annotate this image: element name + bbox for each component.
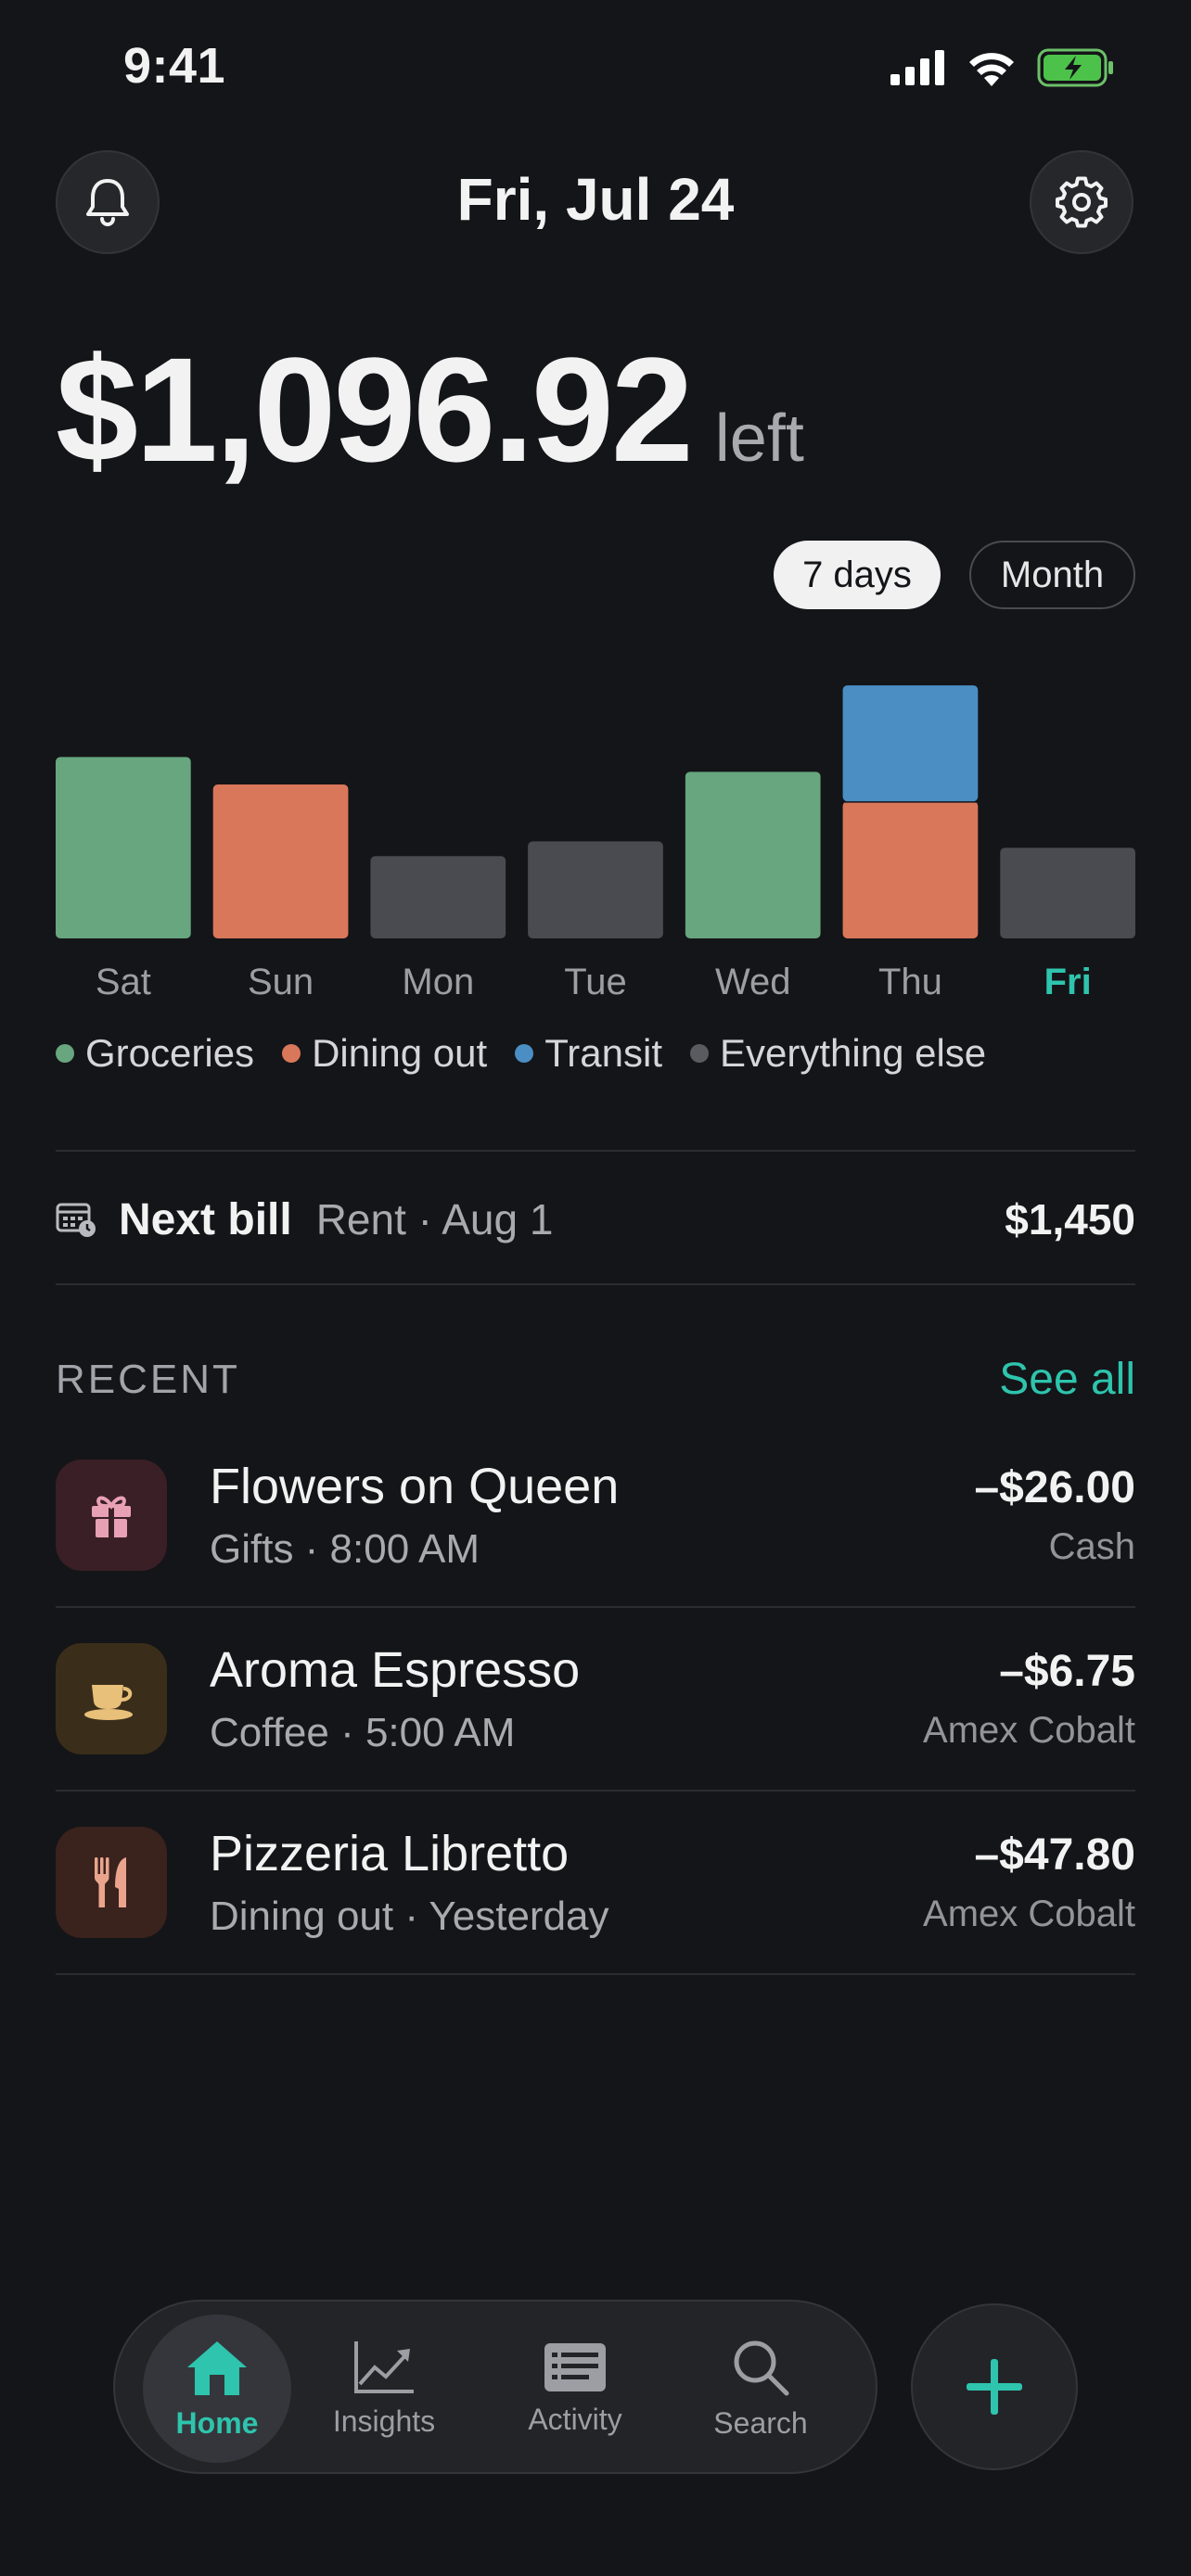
legend-dot bbox=[690, 1044, 709, 1063]
x-tick-label: Sat bbox=[96, 962, 151, 1002]
legend-item: Transit bbox=[515, 1031, 662, 1076]
legend-dot bbox=[515, 1044, 534, 1063]
coffee-icon bbox=[56, 1643, 167, 1754]
tab-bar: Home Insights Activity Search bbox=[113, 2300, 877, 2474]
tab-insights[interactable]: Insights bbox=[310, 2324, 458, 2454]
signal-icon bbox=[890, 50, 944, 85]
transaction-row[interactable]: Aroma Espresso Coffee · 5:00 AM –$6.75 A… bbox=[56, 1607, 1135, 1791]
list-icon bbox=[544, 2342, 606, 2391]
legend-item: Groceries bbox=[56, 1031, 254, 1076]
transaction-name: Flowers on Queen bbox=[210, 1459, 620, 1514]
page-title: Fri, Jul 24 bbox=[456, 166, 735, 233]
tab-label: Insights bbox=[332, 2404, 436, 2438]
legend-label: Transit bbox=[544, 1031, 662, 1075]
gear-icon bbox=[1056, 176, 1108, 228]
transaction-amount: –$6.75 bbox=[999, 1647, 1135, 1696]
range-month-button[interactable]: Month bbox=[969, 541, 1135, 609]
balance-suffix: left bbox=[714, 402, 804, 476]
transaction-row[interactable]: Pizzeria Libretto Dining out · Yesterday… bbox=[56, 1791, 1135, 1974]
status-time: 9:41 bbox=[123, 38, 226, 94]
next-bill-detail: Rent · Aug 1 bbox=[315, 1195, 554, 1243]
bar-mon-everything-else[interactable] bbox=[370, 856, 506, 938]
x-tick-label: Wed bbox=[715, 962, 791, 1002]
tab-search[interactable]: Search bbox=[686, 2324, 835, 2454]
legend-dot bbox=[56, 1044, 74, 1063]
transaction-amount: –$47.80 bbox=[974, 1830, 1135, 1880]
gift-icon bbox=[56, 1460, 167, 1571]
battery-icon bbox=[1037, 48, 1113, 87]
transaction-subtitle: Coffee · 5:00 AM bbox=[210, 1710, 516, 1755]
search-icon bbox=[734, 2340, 789, 2395]
wifi-icon bbox=[969, 53, 1014, 86]
tab-activity[interactable]: Activity bbox=[501, 2324, 649, 2454]
transaction-row[interactable]: Flowers on Queen Gifts · 8:00 AM –$26.00… bbox=[56, 1423, 1135, 1607]
transaction-method: Amex Cobalt bbox=[923, 1710, 1135, 1751]
legend-label: Groceries bbox=[85, 1031, 255, 1075]
bar-tue-everything-else[interactable] bbox=[528, 841, 663, 938]
bar-thu-dining-out[interactable] bbox=[842, 801, 979, 938]
balance-summary: $1,096.92 left bbox=[56, 325, 804, 495]
chart-icon bbox=[354, 2340, 414, 2393]
utensils-icon bbox=[56, 1827, 167, 1938]
chart-legend: Groceries Dining out Transit Everything els… bbox=[56, 1031, 986, 1076]
x-tick-label: Tue bbox=[564, 962, 626, 1002]
range-7-days-button[interactable]: 7 days bbox=[774, 541, 941, 609]
status-icons bbox=[890, 48, 1115, 87]
x-tick-label: Mon bbox=[402, 962, 474, 1002]
transaction-subtitle: Dining out · Yesterday bbox=[210, 1894, 609, 1939]
x-tick-label: Fri bbox=[1044, 962, 1092, 1002]
legend-dot bbox=[282, 1044, 301, 1063]
x-tick-label: Thu bbox=[878, 962, 942, 1002]
bar-wed-groceries[interactable] bbox=[685, 772, 821, 938]
x-tick-label: Sun bbox=[248, 962, 314, 1002]
bar-thu-transit[interactable] bbox=[842, 685, 979, 802]
legend-label: Everything else bbox=[720, 1031, 987, 1075]
transaction-subtitle: Gifts · 8:00 AM bbox=[210, 1526, 480, 1572]
spending-chart: Sat Sun Mon Tue Wed Thu Fri bbox=[56, 685, 1135, 1002]
divider bbox=[56, 1283, 1135, 1285]
balance-amount: $1,096.92 bbox=[56, 326, 694, 492]
home-icon bbox=[187, 2340, 247, 2395]
recent-section-title: RECENT bbox=[56, 1357, 240, 1402]
legend-item: Dining out bbox=[282, 1031, 487, 1076]
tab-label: Search bbox=[713, 2405, 808, 2440]
bill-calendar-icon bbox=[56, 1203, 96, 1237]
divider bbox=[56, 1150, 1135, 1152]
legend-item: Everything else bbox=[690, 1031, 986, 1076]
transaction-name: Pizzeria Libretto bbox=[210, 1826, 570, 1881]
tab-home[interactable]: Home bbox=[143, 2315, 291, 2463]
next-bill-label: Next bill bbox=[119, 1194, 292, 1244]
next-bill-row[interactable]: Next bill Rent · Aug 1 $1,450 bbox=[56, 1187, 1135, 1252]
settings-button[interactable] bbox=[1030, 150, 1133, 254]
tab-label: Activity bbox=[528, 2402, 622, 2436]
bar-sun-dining-out[interactable] bbox=[212, 784, 349, 938]
bar-sat-groceries[interactable] bbox=[56, 757, 191, 938]
plus-icon bbox=[967, 2359, 1022, 2415]
transaction-method: Amex Cobalt bbox=[923, 1894, 1135, 1934]
next-bill-amount: $1,450 bbox=[1005, 1195, 1135, 1243]
legend-label: Dining out bbox=[312, 1031, 488, 1075]
bar-fri-everything-else[interactable] bbox=[1000, 848, 1135, 938]
add-transaction-button[interactable] bbox=[911, 2303, 1078, 2470]
see-all-link[interactable]: See all bbox=[999, 1354, 1135, 1405]
transaction-name: Aroma Espresso bbox=[210, 1642, 581, 1698]
divider bbox=[56, 1973, 1135, 1975]
transaction-amount: –$26.00 bbox=[974, 1463, 1135, 1512]
tab-label: Home bbox=[175, 2405, 259, 2440]
transaction-method: Cash bbox=[1048, 1526, 1135, 1567]
